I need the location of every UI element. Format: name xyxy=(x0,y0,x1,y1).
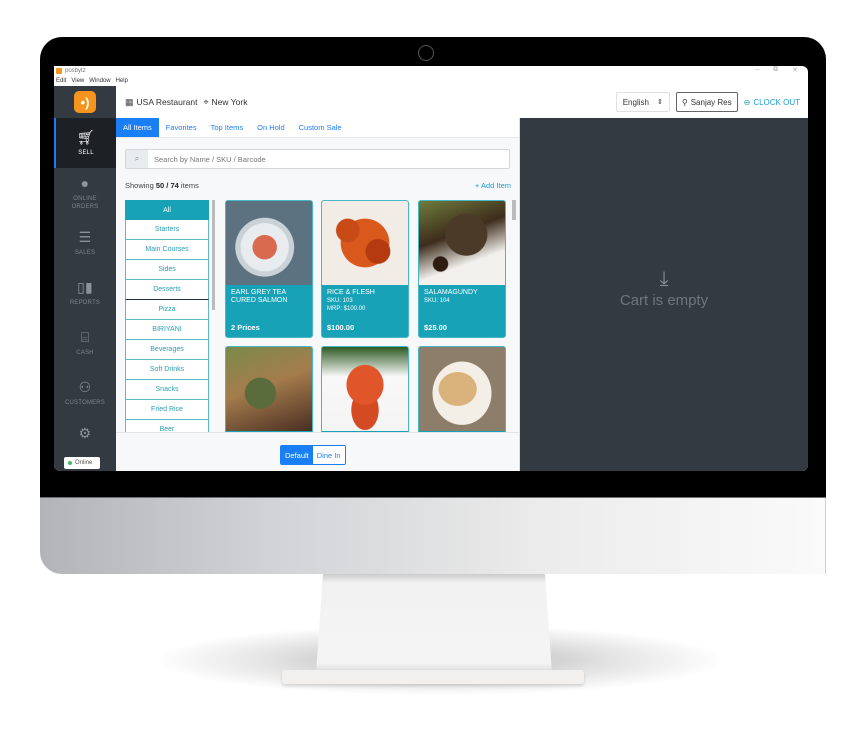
sidebar-item-online-orders[interactable]: ● ONLINE ORDERS xyxy=(54,168,116,218)
store-icon: ▦ xyxy=(125,96,134,107)
search-input[interactable]: ⌕ Search by Name / SKU / Barcode xyxy=(125,149,510,169)
product-image xyxy=(419,347,505,431)
product-grid: EARL GREY TEA CURED SALMON 2 Prices RICE… xyxy=(225,200,509,432)
app-window: posbytz – ⧉ ✕ Edit View Window Help •) 🛒… xyxy=(54,66,808,471)
product-card[interactable]: SALAMAGUNDY SKU: 104 $25.00 xyxy=(418,200,506,338)
cart-empty-text: Cart is empty xyxy=(619,292,709,309)
item-count: Showing 50 / 74 items xyxy=(125,181,199,190)
add-item-button[interactable]: + Add Item xyxy=(475,181,511,190)
monitor-stand-neck xyxy=(316,573,552,673)
category-scrollbar[interactable] xyxy=(212,200,215,310)
globe-icon: ● xyxy=(80,174,90,191)
category-fried-rice[interactable]: Fried Rice xyxy=(125,400,209,420)
category-beer[interactable]: Beer xyxy=(125,420,209,432)
cart-download-icon: ⤓ xyxy=(659,268,669,290)
category-soft-drinks[interactable]: Soft Drinks xyxy=(125,360,209,380)
product-scrollbar[interactable] xyxy=(512,200,516,220)
order-type-toggle: Default Dine In xyxy=(280,445,346,465)
product-image xyxy=(226,347,312,431)
category-snacks[interactable]: Snacks xyxy=(125,380,209,400)
gear-icon: ⚙ xyxy=(78,424,92,441)
category-biriyani[interactable]: BIRIYANI xyxy=(125,320,209,340)
store-name[interactable]: USA Restaurant xyxy=(137,97,198,107)
cart-panel: ⤓ Cart is empty xyxy=(520,118,808,471)
select-arrows-icon: ⇕ xyxy=(656,99,663,106)
status-dot xyxy=(68,461,72,465)
tab-favorites[interactable]: Favorites xyxy=(159,118,204,137)
sidebar-item-customers[interactable]: ⚇ CUSTOMERS xyxy=(54,368,116,418)
sidebar-item-settings[interactable]: ⚙ xyxy=(54,418,116,452)
window-title: posbytz xyxy=(65,68,86,74)
top-header: ▦ USA Restaurant ⌖ New York English ⇕ ⚲ xyxy=(116,86,808,118)
sidebar-item-cash[interactable]: ⌸ CASH xyxy=(54,318,116,368)
clock-icon: ⊖ xyxy=(743,97,751,107)
product-image xyxy=(419,201,505,285)
menu-bar: Edit View Window Help xyxy=(54,76,808,86)
category-all[interactable]: All xyxy=(125,200,209,220)
category-starters[interactable]: Starters xyxy=(125,220,209,240)
checklist-icon: ☰ xyxy=(78,228,92,245)
posbytz-logo[interactable]: •) xyxy=(74,91,96,113)
product-card[interactable]: RICE & FLESH SKU: 103 MRP: $100.00 $100.… xyxy=(321,200,409,338)
monitor-stand-foot xyxy=(282,670,584,684)
menu-window[interactable]: Window xyxy=(89,78,110,84)
product-card[interactable] xyxy=(225,346,313,432)
bar-chart-icon: ▯▮ xyxy=(77,278,93,295)
menu-help[interactable]: Help xyxy=(116,78,128,84)
users-icon: ⚇ xyxy=(78,378,92,395)
category-sides[interactable]: Sides xyxy=(125,260,209,280)
order-type-default[interactable]: Default xyxy=(281,446,313,464)
category-desserts[interactable]: Desserts xyxy=(125,280,209,300)
maximize-button[interactable]: ⧉ xyxy=(773,66,778,74)
camera xyxy=(418,45,434,61)
search-icon: ⌕ xyxy=(126,150,148,168)
product-image xyxy=(226,201,312,285)
tab-custom-sale[interactable]: Custom Sale xyxy=(292,118,349,137)
product-card[interactable]: EARL GREY TEA CURED SALMON 2 Prices xyxy=(225,200,313,338)
online-status-badge: Online xyxy=(64,457,100,469)
map-pin-icon: ⌖ xyxy=(203,96,209,107)
order-type-dine-in[interactable]: Dine In xyxy=(312,446,345,464)
menu-view[interactable]: View xyxy=(71,78,84,84)
tab-all-items[interactable]: All Items xyxy=(116,118,159,137)
menu-edit[interactable]: Edit xyxy=(56,78,66,84)
app-icon xyxy=(56,68,62,74)
close-button[interactable]: ✕ xyxy=(792,66,798,74)
cash-register-icon: ⌸ xyxy=(80,328,90,345)
cart-empty-state: ⤓ Cart is empty xyxy=(520,268,808,309)
product-image xyxy=(322,201,408,285)
language-select[interactable]: English ⇕ xyxy=(615,92,670,112)
product-image xyxy=(322,347,408,431)
category-list: All Starters Main Courses Sides Desserts… xyxy=(125,200,209,432)
cart-icon: 🛒︎ xyxy=(77,128,95,145)
product-card[interactable] xyxy=(321,346,409,432)
user-button[interactable]: ⚲ Sanjay Res xyxy=(675,92,738,112)
divider xyxy=(116,432,519,433)
sidebar: •) 🛒︎ SELL ● ONLINE ORDERS ☰ SALES ▯▮ RE… xyxy=(54,86,116,471)
tab-top-items[interactable]: Top Items xyxy=(204,118,251,137)
minimize-button[interactable]: – xyxy=(755,66,759,74)
category-pizza[interactable]: Pizza xyxy=(125,300,209,320)
monitor-mockup: posbytz – ⧉ ✕ Edit View Window Help •) 🛒… xyxy=(0,0,855,730)
category-main-courses[interactable]: Main Courses xyxy=(125,240,209,260)
clock-out-button[interactable]: ⊖ CLOCK OUT xyxy=(744,98,800,107)
products-panel: All Items Favorites Top Items On Hold Cu… xyxy=(116,118,520,471)
sidebar-item-sell[interactable]: 🛒︎ SELL xyxy=(54,118,116,168)
tab-on-hold[interactable]: On Hold xyxy=(250,118,292,137)
item-tabs: All Items Favorites Top Items On Hold Cu… xyxy=(116,118,519,138)
product-card[interactable] xyxy=(418,346,506,432)
user-lock-icon: ⚲ xyxy=(681,97,688,107)
sidebar-item-reports[interactable]: ▯▮ REPORTS xyxy=(54,268,116,318)
title-bar: posbytz – ⧉ ✕ xyxy=(54,66,808,76)
monitor-chin xyxy=(40,498,826,574)
location-name[interactable]: New York xyxy=(212,97,248,107)
category-beverages[interactable]: Beverages xyxy=(125,340,209,360)
sidebar-item-sales[interactable]: ☰ SALES xyxy=(54,218,116,268)
